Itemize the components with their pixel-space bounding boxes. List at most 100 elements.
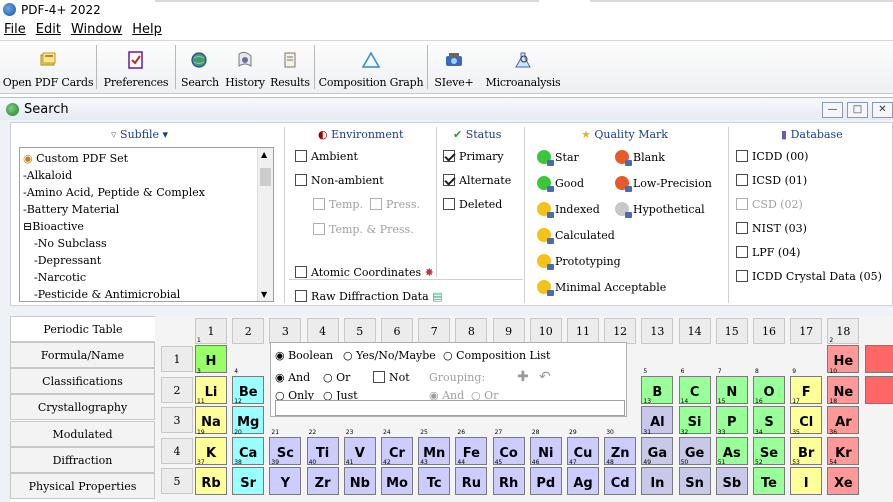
yes-no-maybe-radio[interactable]: ○ Yes/No/Maybe <box>343 349 436 362</box>
element-rb[interactable]: 37 Rb <box>195 459 227 495</box>
results-button[interactable]: Results <box>266 41 314 95</box>
icdd-checkbox[interactable]: ICDD (00) <box>736 150 808 163</box>
scroll-up-icon[interactable]: ▲ <box>261 150 267 159</box>
non-ambient-checkbox[interactable]: Non-ambient <box>295 174 384 187</box>
element-mo[interactable]: 42 Mo <box>381 459 413 495</box>
element-cell-extra[interactable] <box>864 345 893 373</box>
element-sr[interactable]: 38 Sr <box>232 459 265 495</box>
group-header-8[interactable]: 8 <box>455 318 488 344</box>
element-ag[interactable]: 47 Ag <box>567 459 599 495</box>
tab-physical-properties[interactable]: Physical Properties <box>10 473 155 499</box>
boolean-radio[interactable]: ◉ Boolean <box>275 349 333 362</box>
group-header-3[interactable]: 3 <box>269 318 302 344</box>
tab-modulated[interactable]: Modulated <box>10 421 155 447</box>
history-button[interactable]: History <box>224 41 266 95</box>
group-header-7[interactable]: 7 <box>418 318 451 344</box>
tree-item-no-subclass[interactable]: -No Subclass <box>34 237 107 250</box>
lpf-checkbox[interactable]: LPF (04) <box>736 246 800 259</box>
tree-item-depressant[interactable]: -Depressant <box>34 254 101 267</box>
group-header-11[interactable]: 11 <box>567 318 599 344</box>
tree-item-pesticide[interactable]: -Pesticide & Antimicrobial <box>34 288 180 301</box>
element-te[interactable]: 52 Te <box>753 459 785 495</box>
tree-item-alkaloid[interactable]: -Alkaloid <box>23 169 72 182</box>
menu-help[interactable]: Help <box>132 22 162 37</box>
press-checkbox[interactable]: Press. <box>370 198 420 211</box>
tree-item-narcotic[interactable]: -Narcotic <box>34 271 86 284</box>
element-rh[interactable]: 45 Rh <box>492 459 525 495</box>
group-header-2[interactable]: 2 <box>232 318 265 344</box>
close-button[interactable]: ✕ <box>872 102 893 118</box>
element-sn[interactable]: 50 Sn <box>678 459 711 495</box>
element-sb[interactable]: 51 Sb <box>715 459 748 495</box>
tab-crystallography[interactable]: Crystallography <box>10 394 155 420</box>
quality-star[interactable]: Star <box>537 150 579 166</box>
element-nb[interactable]: 41 Nb <box>343 459 376 495</box>
group-header-17[interactable]: 17 <box>790 318 823 344</box>
quality-indexed[interactable]: Indexed <box>537 202 600 218</box>
tree-item-custom-pdf-set[interactable]: ◉ Custom PDF Set <box>23 152 128 165</box>
group-header-16[interactable]: 16 <box>753 318 785 344</box>
undo-icon[interactable]: ↶ <box>539 369 551 385</box>
group-header-6[interactable]: 6 <box>381 318 413 344</box>
primary-checkbox[interactable]: Primary <box>443 150 504 163</box>
atomic-coordinates-checkbox[interactable]: Atomic Coordinates ✸ <box>295 266 434 279</box>
temp-press-checkbox[interactable]: Temp. & Press. <box>313 223 414 236</box>
scroll-thumb[interactable] <box>260 168 271 186</box>
group-header-15[interactable]: 15 <box>715 318 748 344</box>
period-header-4[interactable]: 4 <box>161 437 193 464</box>
temp-checkbox[interactable]: Temp. <box>313 198 363 211</box>
group-header-9[interactable]: 9 <box>492 318 525 344</box>
icdd-crystal-checkbox[interactable]: ICDD Crystal Data (05) <box>736 270 882 283</box>
alternate-checkbox[interactable]: Alternate <box>443 174 511 187</box>
tab-classifications[interactable]: Classifications <box>10 368 155 394</box>
composition-graph-button[interactable]: Composition Graph <box>315 41 427 95</box>
tab-formula-name[interactable]: Formula/Name <box>10 342 155 368</box>
menu-file[interactable]: File <box>4 22 26 37</box>
subfile-tree[interactable]: ◉ Custom PDF Set -Alkaloid -Amino Acid, … <box>19 147 274 302</box>
and-radio[interactable]: ◉ And <box>275 371 310 384</box>
sieve-button[interactable]: SIeve+ <box>428 41 480 95</box>
open-pdf-cards-button[interactable]: Open PDF Cards <box>0 41 96 95</box>
maximize-button[interactable]: □ <box>847 102 868 118</box>
group-header-10[interactable]: 10 <box>529 318 562 344</box>
period-header-2[interactable]: 2 <box>161 376 193 403</box>
element-cd[interactable]: 48 Cd <box>604 459 637 495</box>
tree-item-battery[interactable]: -Battery Material <box>23 203 119 216</box>
menu-window[interactable]: Window <box>71 22 122 37</box>
group-header-13[interactable]: 13 <box>641 318 674 344</box>
raw-diffraction-checkbox[interactable]: Raw Diffraction Data ▤ <box>295 290 443 303</box>
group-header-12[interactable]: 12 <box>604 318 637 344</box>
tree-item-bioactive[interactable]: ⊟Bioactive <box>23 220 84 233</box>
period-header-5[interactable]: 5 <box>161 468 193 494</box>
quality-calculated[interactable]: Calculated <box>537 228 615 244</box>
minimize-button[interactable]: — <box>822 102 843 118</box>
element-y[interactable]: 39 Y <box>269 459 302 495</box>
group-header-14[interactable]: 14 <box>678 318 711 344</box>
csd-checkbox[interactable]: CSD (02) <box>736 198 803 211</box>
period-header-1[interactable]: 1 <box>161 346 193 372</box>
subfile-header[interactable]: ▿ Subfile ▾ <box>111 128 168 141</box>
tree-item-amino-acid[interactable]: -Amino Acid, Peptide & Complex <box>23 186 205 199</box>
element-tc[interactable]: 43 Tc <box>418 459 451 495</box>
tab-diffraction[interactable]: Diffraction <box>10 447 155 473</box>
group-header-5[interactable]: 5 <box>343 318 376 344</box>
element-expression-input[interactable] <box>275 400 625 416</box>
tab-periodic-table[interactable]: Periodic Table <box>10 316 155 342</box>
menu-edit[interactable]: Edit <box>36 22 61 37</box>
period-header-3[interactable]: 3 <box>161 407 193 433</box>
nist-checkbox[interactable]: NIST (03) <box>736 222 807 235</box>
quality-low-precision[interactable]: Low-Precision <box>615 176 712 192</box>
add-icon[interactable]: ✚ <box>517 369 529 385</box>
element-cell-extra[interactable] <box>864 375 893 404</box>
subfile-scrollbar[interactable]: ▲ ▼ <box>257 148 273 301</box>
not-checkbox[interactable]: Not <box>373 371 410 384</box>
collapse-icon[interactable]: ⊟ <box>23 220 32 233</box>
element-zr[interactable]: 40 Zr <box>306 459 339 495</box>
composition-list-radio[interactable]: ○ Composition List <box>443 349 550 362</box>
element-xe[interactable]: 54 Xe <box>827 459 860 495</box>
preferences-button[interactable]: Preferences <box>97 41 175 95</box>
icsd-checkbox[interactable]: ICSD (01) <box>736 174 807 187</box>
microanalysis-button[interactable]: Microanalysis <box>480 41 566 95</box>
scroll-down-icon[interactable]: ▼ <box>261 290 267 299</box>
or-radio[interactable]: ○ Or <box>323 371 350 384</box>
